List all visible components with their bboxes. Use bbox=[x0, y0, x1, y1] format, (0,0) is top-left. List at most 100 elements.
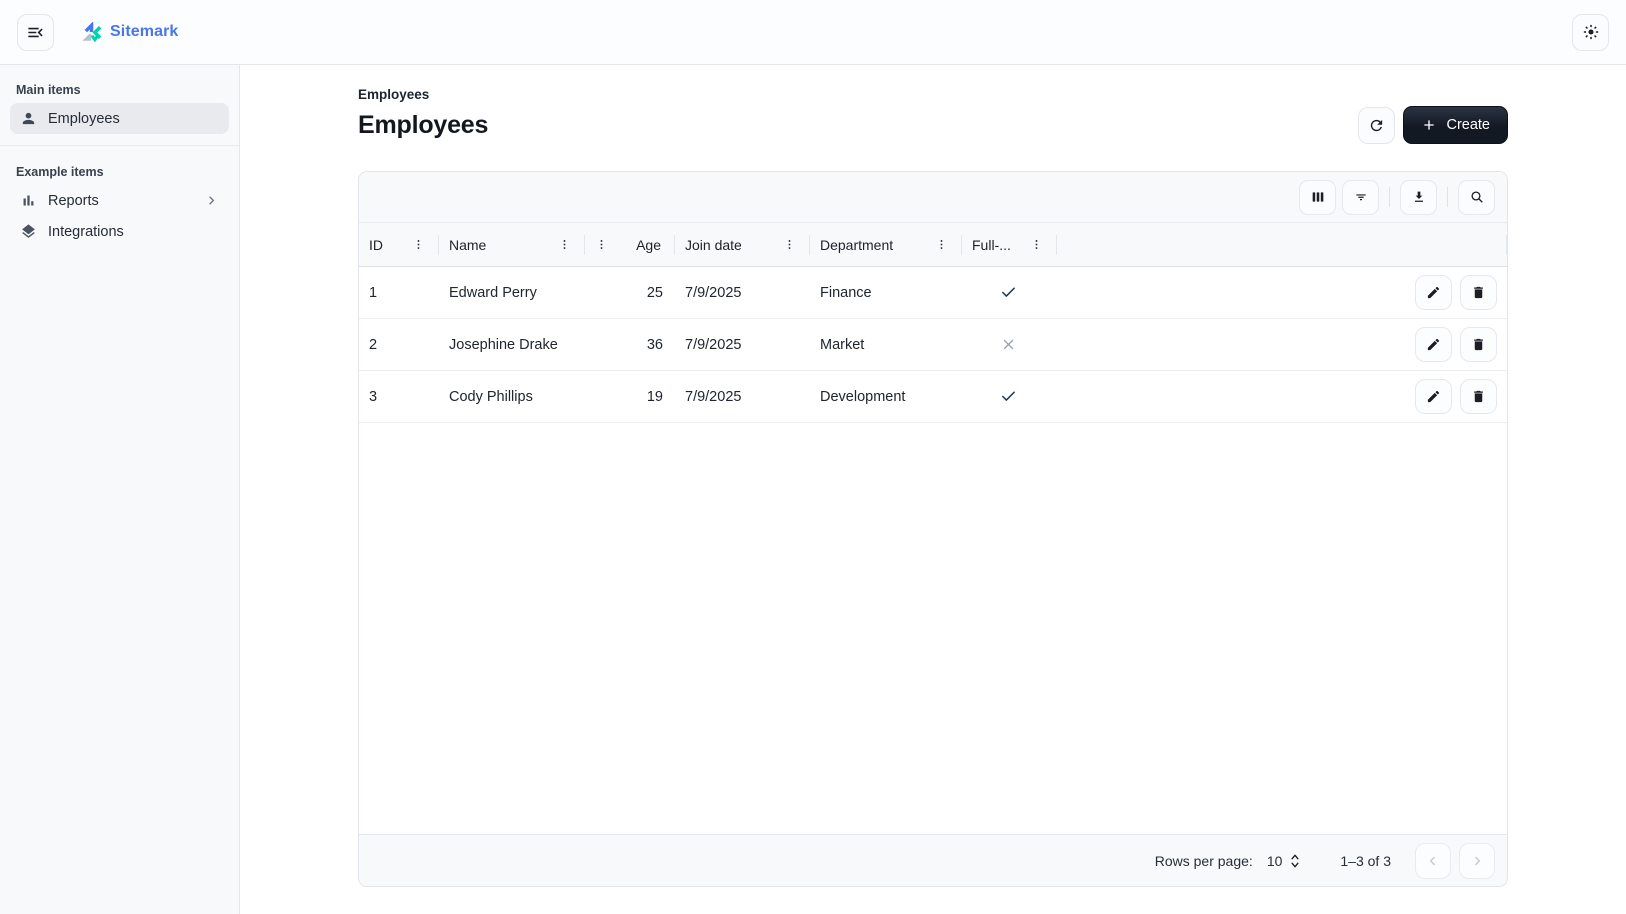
search-icon bbox=[1469, 189, 1485, 205]
cell-join-date: 7/9/2025 bbox=[675, 319, 810, 370]
column-header-label: Join date bbox=[685, 237, 742, 253]
logo-wordmark: Sitemark bbox=[110, 23, 178, 41]
cell-full-time bbox=[962, 267, 1057, 318]
sidebar-item-employees[interactable]: Employees bbox=[10, 103, 229, 134]
column-header-department[interactable]: Department bbox=[810, 223, 962, 266]
cell-full-time bbox=[962, 371, 1057, 422]
check-icon bbox=[1000, 284, 1017, 301]
cell-actions bbox=[1057, 371, 1507, 422]
search-button[interactable] bbox=[1458, 180, 1495, 215]
toolbar-divider bbox=[1447, 187, 1448, 207]
chevron-left-icon bbox=[1426, 854, 1440, 868]
delete-button[interactable] bbox=[1460, 327, 1497, 362]
filter-button[interactable] bbox=[1342, 180, 1379, 215]
column-header-join-date[interactable]: Join date bbox=[675, 223, 810, 266]
refresh-icon bbox=[1368, 117, 1385, 134]
delete-button[interactable] bbox=[1460, 379, 1497, 414]
cell-id: 2 bbox=[359, 319, 439, 370]
sidebar: Main items Employees Example items Repor… bbox=[0, 65, 240, 914]
cell-full-time bbox=[962, 319, 1057, 370]
table-row[interactable]: 3 Cody Phillips 19 7/9/2025 Development bbox=[359, 371, 1507, 423]
employees-data-grid: ID Name Age Join date bbox=[358, 171, 1508, 887]
trash-icon bbox=[1471, 389, 1486, 404]
edit-button[interactable] bbox=[1415, 379, 1452, 414]
table-row[interactable]: 1 Edward Perry 25 7/9/2025 Finance bbox=[359, 267, 1507, 319]
delete-button[interactable] bbox=[1460, 275, 1497, 310]
column-header-age[interactable]: Age bbox=[585, 223, 675, 266]
column-header-label: Age bbox=[636, 237, 661, 253]
edit-button[interactable] bbox=[1415, 275, 1452, 310]
sun-icon bbox=[1582, 23, 1600, 41]
table-row[interactable]: 2 Josephine Drake 36 7/9/2025 Market bbox=[359, 319, 1507, 371]
column-header-name[interactable]: Name bbox=[439, 223, 585, 266]
create-button[interactable]: Create bbox=[1403, 106, 1508, 144]
cell-department: Finance bbox=[810, 267, 962, 318]
refresh-button[interactable] bbox=[1358, 107, 1395, 144]
previous-page-button[interactable] bbox=[1415, 843, 1451, 879]
cell-name: Josephine Drake bbox=[439, 319, 585, 370]
bar-chart-icon bbox=[20, 192, 37, 209]
column-menu-icon[interactable] bbox=[558, 238, 571, 251]
sitemark-logo-icon bbox=[82, 22, 103, 43]
sidebar-item-integrations[interactable]: Integrations bbox=[10, 216, 229, 247]
filter-icon bbox=[1353, 189, 1369, 205]
grid-footer: Rows per page: 10 1–3 of 3 bbox=[359, 834, 1507, 886]
column-header-label: ID bbox=[369, 237, 383, 253]
sidebar-item-label: Reports bbox=[48, 193, 99, 209]
pagination-range-label: 1–3 of 3 bbox=[1340, 853, 1391, 869]
column-menu-icon[interactable] bbox=[595, 238, 608, 251]
download-button[interactable] bbox=[1400, 180, 1437, 215]
cell-department: Development bbox=[810, 371, 962, 422]
sidebar-section-title-main: Main items bbox=[0, 75, 239, 103]
column-header-label: Full-... bbox=[972, 237, 1011, 253]
next-page-button[interactable] bbox=[1459, 843, 1495, 879]
toolbar-divider bbox=[1389, 187, 1390, 207]
sidebar-item-label: Employees bbox=[48, 111, 120, 127]
sidebar-divider bbox=[0, 145, 239, 146]
columns-button[interactable] bbox=[1299, 180, 1336, 215]
column-header-full-time[interactable]: Full-... bbox=[962, 223, 1057, 266]
column-menu-icon[interactable] bbox=[783, 238, 796, 251]
grid-header-row: ID Name Age Join date bbox=[359, 223, 1507, 267]
cell-join-date: 7/9/2025 bbox=[675, 267, 810, 318]
x-icon bbox=[1001, 337, 1016, 352]
trash-icon bbox=[1471, 337, 1486, 352]
column-menu-icon[interactable] bbox=[935, 238, 948, 251]
cell-age: 36 bbox=[585, 319, 675, 370]
cell-name: Cody Phillips bbox=[439, 371, 585, 422]
sidebar-section-title-example: Example items bbox=[0, 157, 239, 185]
column-header-label: Name bbox=[449, 237, 486, 253]
pencil-icon bbox=[1426, 285, 1441, 300]
cell-age: 25 bbox=[585, 267, 675, 318]
cell-id: 3 bbox=[359, 371, 439, 422]
cell-department: Market bbox=[810, 319, 962, 370]
column-header-label: Department bbox=[820, 237, 893, 253]
column-header-actions bbox=[1057, 223, 1507, 266]
sidebar-item-label: Integrations bbox=[48, 224, 124, 240]
app-bar: Sitemark bbox=[0, 0, 1626, 65]
column-header-id[interactable]: ID bbox=[359, 223, 439, 266]
rows-per-page-value: 10 bbox=[1267, 853, 1283, 869]
spinner-updown-icon bbox=[1288, 853, 1302, 869]
person-icon bbox=[20, 110, 37, 127]
cell-join-date: 7/9/2025 bbox=[675, 371, 810, 422]
grid-empty-area bbox=[359, 423, 1507, 834]
layers-icon bbox=[20, 223, 37, 240]
cell-name: Edward Perry bbox=[439, 267, 585, 318]
trash-icon bbox=[1471, 285, 1486, 300]
breadcrumb: Employees bbox=[358, 87, 1508, 102]
chevron-right-icon bbox=[1470, 854, 1484, 868]
check-icon bbox=[1000, 388, 1017, 405]
column-menu-icon[interactable] bbox=[412, 238, 425, 251]
menu-open-icon bbox=[26, 23, 45, 42]
rows-per-page-select[interactable]: 10 bbox=[1267, 853, 1303, 869]
edit-button[interactable] bbox=[1415, 327, 1452, 362]
pencil-icon bbox=[1426, 389, 1441, 404]
plus-icon bbox=[1421, 117, 1437, 133]
menu-collapse-button[interactable] bbox=[17, 14, 54, 51]
theme-toggle-button[interactable] bbox=[1572, 14, 1609, 51]
sidebar-item-reports[interactable]: Reports bbox=[10, 185, 229, 216]
column-menu-icon[interactable] bbox=[1030, 238, 1043, 251]
page-title: Employees bbox=[358, 111, 488, 140]
grid-toolbar bbox=[359, 172, 1507, 223]
